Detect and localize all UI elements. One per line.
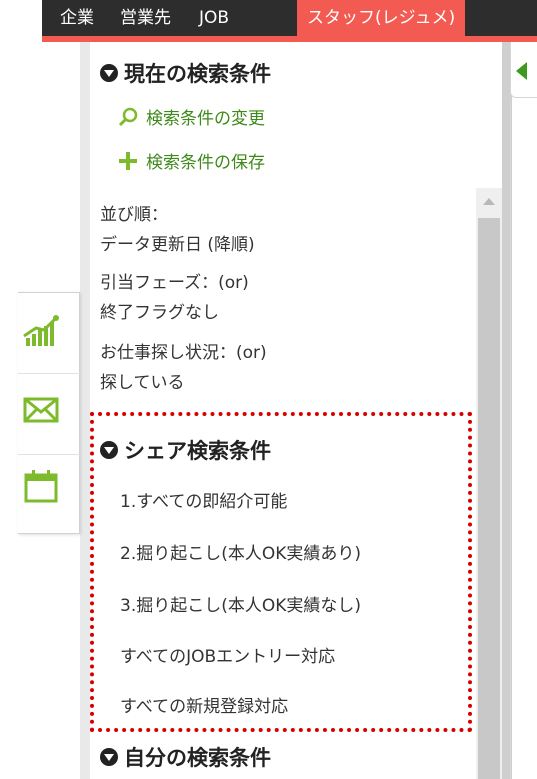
collapse-icon bbox=[100, 748, 118, 766]
job-search-value: 探している bbox=[100, 373, 185, 393]
job-search-condition: お仕事探し状況：(or) 探している bbox=[100, 338, 267, 398]
search-icon bbox=[118, 107, 138, 126]
mail-button[interactable] bbox=[18, 374, 80, 454]
quick-dock bbox=[18, 292, 80, 534]
phase-value: 終了フラグなし bbox=[100, 303, 219, 323]
my-conditions-heading[interactable]: 自分の検索条件 bbox=[100, 742, 271, 772]
job-search-label: お仕事探し状況：(or) bbox=[100, 343, 267, 363]
chart-icon bbox=[23, 315, 59, 346]
right-divider bbox=[510, 98, 511, 779]
change-conditions-link[interactable]: 検索条件の変更 bbox=[118, 104, 265, 129]
left-frame bbox=[80, 42, 90, 779]
phase-label: 引当フェーズ：(or) bbox=[100, 273, 249, 293]
search-panel: 現在の検索条件 検索条件の変更 検索条件の保存 並び順： データ更新日 (降順)… bbox=[90, 42, 476, 779]
tab-company[interactable]: 企業 bbox=[60, 0, 94, 36]
scroll-up-icon[interactable] bbox=[483, 198, 495, 205]
phase-condition: 引当フェーズ：(or) 終了フラグなし bbox=[100, 268, 249, 328]
collapse-icon bbox=[100, 64, 118, 82]
shared-condition-item[interactable]: すべての新規登録対応 bbox=[120, 692, 288, 717]
current-conditions-heading[interactable]: 現在の検索条件 bbox=[100, 58, 271, 88]
save-conditions-link[interactable]: 検索条件の保存 bbox=[118, 148, 265, 173]
shared-conditions-heading[interactable]: シェア検索条件 bbox=[100, 435, 271, 465]
change-conditions-label: 検索条件の変更 bbox=[146, 109, 265, 129]
collapse-icon bbox=[100, 441, 118, 459]
chart-button[interactable] bbox=[18, 293, 80, 373]
shared-conditions-title: シェア検索条件 bbox=[124, 439, 271, 463]
chevron-left-icon bbox=[516, 62, 527, 80]
shared-condition-item[interactable]: 2.掘り起こし(本人OK実績あり) bbox=[120, 539, 361, 564]
my-conditions-title: 自分の検索条件 bbox=[124, 746, 271, 770]
shared-condition-item[interactable]: 1.すべての即紹介可能 bbox=[120, 487, 287, 512]
panel-scrollbar[interactable] bbox=[476, 188, 502, 779]
tab-staff-resume[interactable]: スタッフ(レジュメ) bbox=[297, 0, 466, 36]
shared-condition-item[interactable]: 3.掘り起こし(本人OK実績なし) bbox=[120, 591, 361, 616]
sort-label: 並び順： bbox=[100, 205, 168, 225]
save-conditions-label: 検索条件の保存 bbox=[146, 153, 265, 173]
top-nav: 企業 営業先 JOB スタッフ(レジュメ) bbox=[42, 0, 537, 42]
calendar-button[interactable] bbox=[18, 455, 80, 535]
mail-icon bbox=[23, 397, 59, 423]
tab-sales-target[interactable]: 営業先 bbox=[120, 0, 171, 36]
scrollbar-thumb[interactable] bbox=[478, 218, 500, 779]
sort-value: データ更新日 (降順) bbox=[100, 235, 255, 255]
sort-order: 並び順： データ更新日 (降順) bbox=[100, 200, 255, 260]
side-panel-toggle[interactable] bbox=[510, 42, 537, 98]
shared-condition-item[interactable]: すべてのJOBエントリー対応 bbox=[120, 642, 335, 667]
tab-job[interactable]: JOB bbox=[199, 0, 229, 36]
plus-icon bbox=[119, 151, 137, 170]
calendar-icon bbox=[24, 470, 58, 503]
current-conditions-title: 現在の検索条件 bbox=[124, 62, 271, 86]
